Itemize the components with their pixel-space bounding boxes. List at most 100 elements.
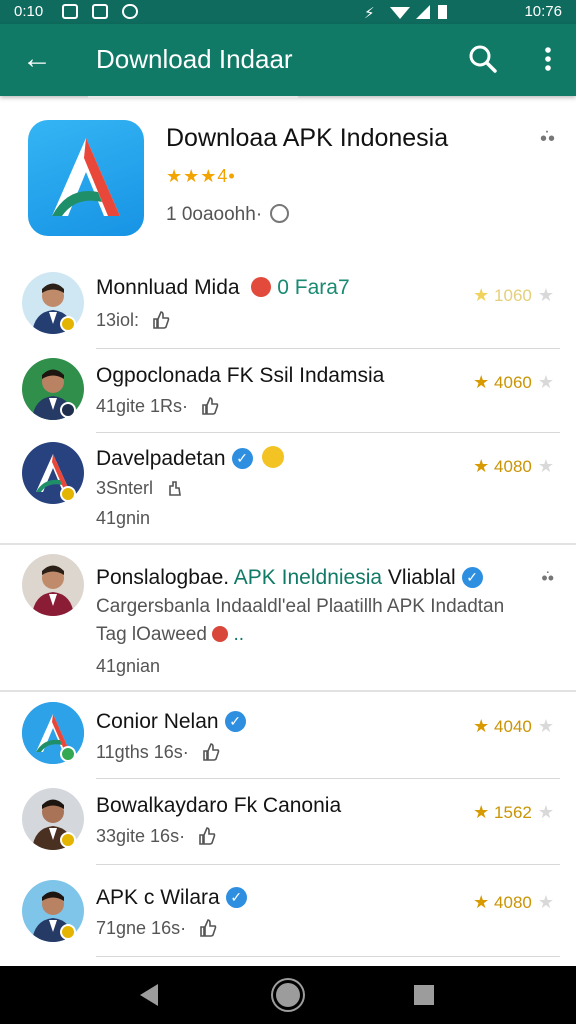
list-item[interactable]: Ponslalogbae. APK Ineldniesia Vliablal ✓ … bbox=[0, 548, 576, 688]
item-name: Bowalkaydaro Fk Canonia bbox=[96, 794, 342, 817]
notification-icon bbox=[92, 4, 108, 19]
star-outline-icon: ★ bbox=[537, 716, 554, 736]
emoji-icon bbox=[262, 446, 285, 468]
item-name-text: APK c Wilara bbox=[96, 886, 220, 909]
nav-recents-icon[interactable] bbox=[414, 985, 434, 1005]
item-rating: ★ 4060 ★ bbox=[473, 372, 554, 393]
verified-icon: ✓ bbox=[224, 711, 246, 732]
level-badge bbox=[60, 486, 76, 502]
divider bbox=[96, 778, 560, 779]
star-icon: ★ bbox=[473, 456, 490, 476]
featured-app[interactable]: Downloaa APK Indonesia ★★★4• 1 0oaoohh· … bbox=[0, 100, 576, 260]
divider bbox=[96, 348, 560, 349]
svg-text:⚡: ⚡ bbox=[364, 4, 375, 21]
overflow-menu-button[interactable] bbox=[536, 42, 560, 76]
nav-home-icon[interactable] bbox=[276, 983, 300, 1007]
item-meta: 33gite 16s· bbox=[96, 826, 216, 847]
app-logo bbox=[28, 120, 144, 236]
star-icon: ★ bbox=[473, 892, 490, 912]
item-rating: ★ 4080 ★ bbox=[473, 456, 554, 477]
item-name-accent: APK Ineldniesia bbox=[233, 566, 383, 589]
item-name: Monnluad Mida 0 Fara7 bbox=[96, 276, 350, 300]
item-rating: ★ 4040 ★ bbox=[473, 716, 554, 737]
system-nav-bar bbox=[0, 966, 576, 1024]
level-badge bbox=[60, 316, 76, 332]
item-meta: 41gite 1Rs· bbox=[96, 396, 219, 417]
item-description-line2: Tag lOaweed .. bbox=[96, 624, 245, 645]
list-item[interactable]: Conior Nelan ✓ 11gths 16s· ★ 4040 ★ bbox=[0, 696, 576, 776]
item-meta: 13iol: bbox=[96, 310, 170, 331]
search-icon bbox=[469, 45, 497, 73]
signal-icons: ⚡ bbox=[364, 3, 454, 25]
level-badge bbox=[60, 924, 76, 940]
list-item[interactable]: APK c Wilara ✓ 71gne 16s· ★ 4080 ★ bbox=[0, 868, 576, 958]
app-rating-stars: ★★★4• bbox=[166, 166, 236, 186]
rating-value: 4080 bbox=[494, 893, 532, 912]
item-meta: 71gne 16s· bbox=[96, 918, 217, 939]
clock-icon bbox=[270, 204, 289, 223]
notification-icon bbox=[62, 4, 78, 19]
nav-back-icon[interactable] bbox=[140, 984, 158, 1006]
list-item[interactable]: Davelpadetan ✓ 3Snterl 41gnin ★ 4080 ★ bbox=[0, 436, 576, 542]
item-name: Conior Nelan ✓ bbox=[96, 710, 246, 734]
back-arrow-icon: ← bbox=[22, 42, 52, 75]
star-outline-icon: ★ bbox=[537, 285, 554, 305]
tag-icon bbox=[212, 626, 229, 642]
item-name-text: Davelpadetan bbox=[96, 447, 226, 470]
star-outline-icon: ★ bbox=[537, 802, 554, 822]
verified-icon: ✓ bbox=[461, 567, 483, 588]
star-outline-icon: ★ bbox=[537, 456, 554, 476]
divider bbox=[96, 956, 560, 957]
thumbs-up-icon bbox=[199, 827, 216, 845]
item-name-text: Ponslalogbae. bbox=[96, 566, 230, 589]
item-rating: ★ 4080 ★ bbox=[473, 892, 554, 913]
more-options-button[interactable]: •̇• bbox=[540, 128, 556, 151]
rating-value: 1562 bbox=[494, 803, 532, 822]
item-meta: 3Snterl bbox=[96, 478, 184, 499]
status-bar: 0:10 ⚡ 10:76 bbox=[0, 0, 576, 24]
item-meta-text: 33gite 16s· bbox=[96, 826, 186, 846]
divider bbox=[96, 864, 560, 865]
item-name-tail: Vliablal bbox=[387, 566, 456, 589]
search-button[interactable] bbox=[466, 42, 500, 76]
section-divider bbox=[0, 690, 576, 692]
item-meta-text: 11gths 16s· bbox=[96, 742, 189, 762]
item-meta: 11gths 16s· bbox=[96, 742, 220, 763]
level-badge bbox=[60, 746, 76, 762]
logo-a-icon bbox=[52, 138, 120, 216]
list-item[interactable]: Ogpoclonada FK Ssil Indamsia 41gite 1Rs·… bbox=[0, 352, 576, 432]
star-outline-icon: ★ bbox=[537, 892, 554, 912]
tab-indicator bbox=[88, 96, 298, 99]
star-icon: ★ bbox=[473, 285, 490, 305]
verified-icon: ✓ bbox=[225, 887, 247, 908]
item-extra: 0 Fara7 bbox=[277, 276, 350, 299]
star-outline-icon: ★ bbox=[537, 372, 554, 392]
item-name: APK c Wilara ✓ bbox=[96, 886, 247, 910]
more-options-button[interactable]: •̇• bbox=[541, 568, 554, 589]
section-divider bbox=[0, 543, 576, 545]
page-title: Download Indaar bbox=[96, 44, 293, 74]
level-badge bbox=[60, 402, 76, 418]
item-meta-text: 71gne 16s· bbox=[96, 918, 187, 938]
item-name-text: Conior Nelan bbox=[96, 710, 219, 733]
status-time-left: 0:10 bbox=[14, 3, 44, 20]
verified-icon: ✓ bbox=[231, 448, 253, 469]
rating-value: 4040 bbox=[494, 717, 532, 736]
notification-icon bbox=[122, 4, 138, 19]
rating-value: 4080 bbox=[494, 457, 532, 476]
star-icon: ★ bbox=[473, 802, 490, 822]
avatar bbox=[22, 554, 84, 616]
app-name: Downloaa APK Indonesia bbox=[166, 124, 449, 152]
thumbs-up-icon bbox=[200, 919, 217, 937]
item-name: Davelpadetan ✓ bbox=[96, 446, 285, 471]
item-description-text: Tag lOaweed bbox=[96, 624, 207, 645]
wifi-signal-battery-icon: ⚡ bbox=[364, 4, 447, 22]
hand-icon bbox=[169, 481, 181, 496]
thumbs-up-icon bbox=[153, 311, 170, 329]
list-item[interactable]: Bowalkaydaro Fk Canonia 33gite 16s· ★ 15… bbox=[0, 782, 576, 862]
item-meta-text: 41gite 1Rs· bbox=[96, 396, 189, 416]
item-meta-text: 13iol: bbox=[96, 310, 145, 330]
back-button[interactable]: ← bbox=[20, 42, 54, 76]
app-bar: ← Download Indaar bbox=[0, 24, 576, 96]
list-item[interactable]: Monnluad Mida 0 Fara7 13iol: ★ 1060 ★ bbox=[0, 268, 576, 348]
